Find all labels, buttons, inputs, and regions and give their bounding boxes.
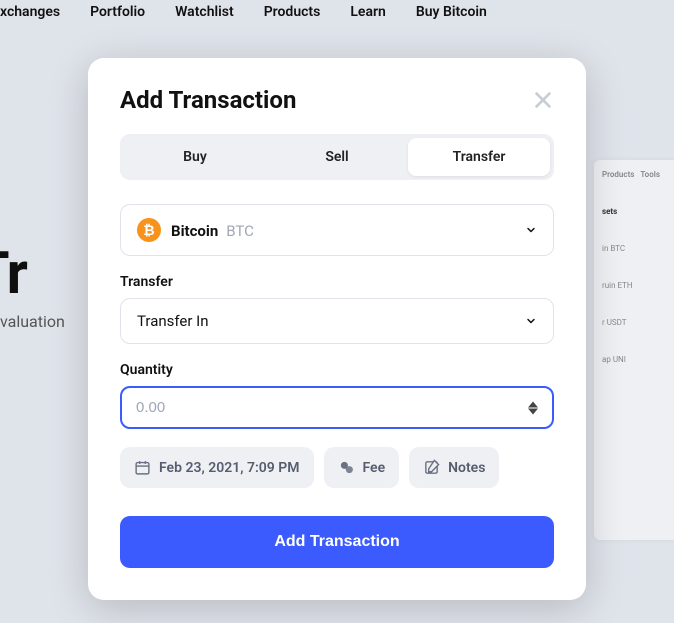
modal-title: Add Transaction — [120, 86, 296, 114]
close-button[interactable] — [532, 89, 554, 111]
coin-symbol: BTC — [226, 222, 254, 240]
chevron-down-icon — [525, 315, 537, 327]
bitcoin-icon: ₿ — [137, 218, 161, 242]
stepper-down-icon — [528, 408, 538, 415]
coin-select[interactable]: ₿ Bitcoin BTC — [120, 204, 554, 256]
notes-label: Notes — [448, 460, 485, 476]
tab-sell[interactable]: Sell — [266, 138, 408, 176]
add-transaction-button[interactable]: Add Transaction — [120, 516, 554, 568]
stepper-up-icon — [528, 401, 538, 408]
tab-transfer[interactable]: Transfer — [408, 138, 550, 176]
fee-icon — [338, 459, 355, 476]
transfer-direction-select[interactable]: Transfer In — [120, 298, 554, 344]
quantity-input[interactable] — [136, 399, 528, 416]
close-icon — [532, 89, 554, 111]
quantity-stepper[interactable] — [528, 401, 538, 415]
add-transaction-modal: Add Transaction Buy Sell Transfer ₿ Bitc… — [88, 58, 586, 600]
transfer-direction-value: Transfer In — [137, 312, 209, 330]
transfer-label: Transfer — [120, 274, 554, 290]
coin-name: Bitcoin — [171, 222, 218, 240]
tab-buy[interactable]: Buy — [124, 138, 266, 176]
transaction-type-tabs: Buy Sell Transfer — [120, 134, 554, 180]
notes-button[interactable]: Notes — [409, 447, 499, 488]
quantity-label: Quantity — [120, 362, 554, 378]
fee-button[interactable]: Fee — [324, 447, 400, 488]
fee-label: Fee — [363, 460, 386, 476]
date-button[interactable]: Feb 23, 2021, 7:09 PM — [120, 447, 314, 488]
chevron-down-icon — [525, 224, 537, 236]
calendar-icon — [134, 459, 151, 476]
date-value: Feb 23, 2021, 7:09 PM — [159, 460, 300, 476]
notes-icon — [423, 459, 440, 476]
quantity-input-wrap — [120, 386, 554, 429]
